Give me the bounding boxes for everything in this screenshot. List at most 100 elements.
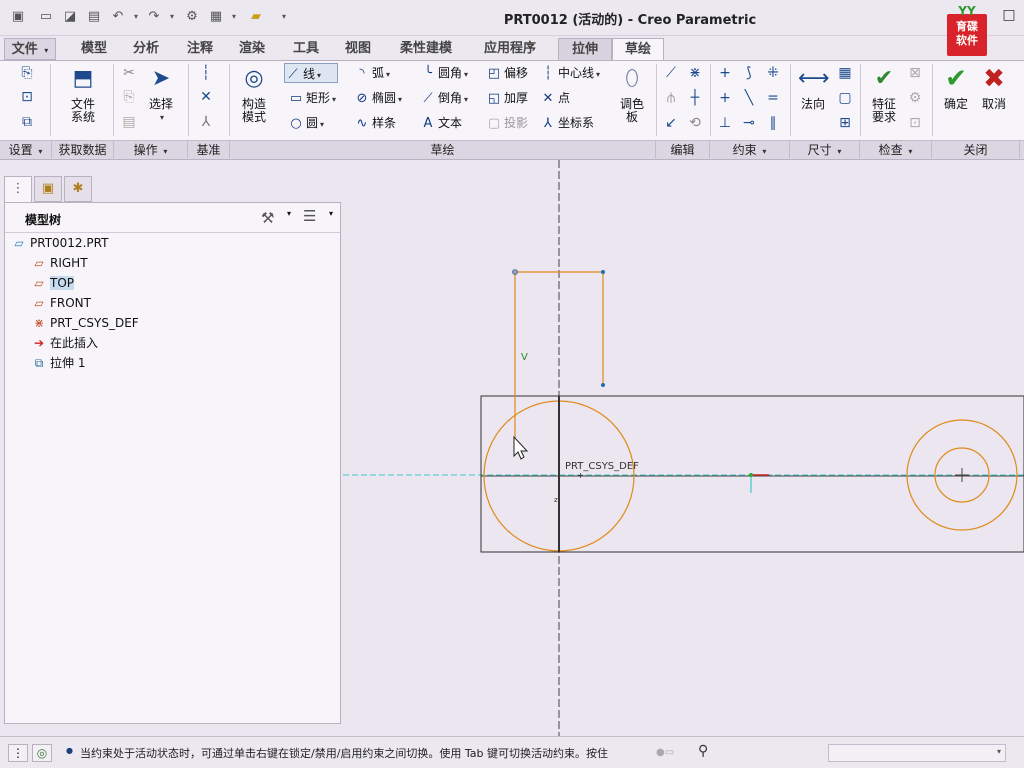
select-button[interactable]: ➤ 选择 ▾ — [142, 64, 180, 124]
browser-toggle-icon[interactable]: ◎ — [32, 744, 52, 762]
find-icon[interactable]: ⚲ — [698, 743, 708, 759]
tree-columns-icon[interactable]: ☰ — [303, 207, 316, 225]
overlap-geometry-icon[interactable]: ⊠ — [906, 64, 924, 82]
tree-settings-icon[interactable]: ⚒ — [261, 209, 274, 227]
tree-item-part[interactable]: ▱ PRT0012.PRT — [11, 234, 108, 252]
normal-dimension-button[interactable]: ⟷ 法向 — [794, 64, 832, 111]
cancel-button[interactable]: ✖ 取消 — [976, 64, 1012, 111]
cut-icon[interactable]: ✂ — [120, 64, 138, 82]
tab-render[interactable]: 渲染 — [228, 38, 276, 60]
tree-item-csys[interactable]: ⋇ PRT_CSYS_DEF — [31, 314, 139, 332]
selection-filter-dropdown[interactable]: ▾ — [828, 744, 1006, 762]
feature-requirements-button[interactable]: ✔ 特征 要求 — [864, 64, 904, 124]
tree-item-top[interactable]: ▱ TOP — [31, 274, 75, 292]
perpendicular-constraint-icon[interactable]: ⊥ — [716, 114, 734, 132]
windows-dropdown-icon[interactable]: ▾ — [226, 9, 242, 25]
group-dimension[interactable]: 尺寸 ▾ — [790, 141, 860, 160]
reference-dim-icon[interactable]: ▢ — [836, 89, 854, 107]
circle-tool[interactable]: ○ 圆 ▾ — [288, 113, 324, 133]
group-inspect[interactable]: 检查 ▾ — [860, 141, 932, 160]
csys-tool[interactable]: ⅄ 坐标系 — [540, 113, 594, 133]
shade-closed-loops-icon[interactable]: ⊡ — [906, 114, 924, 132]
tangent-constraint-icon[interactable]: ⟆ — [740, 64, 758, 82]
tree-item-right[interactable]: ▱ RIGHT — [31, 254, 87, 272]
equal-constraint-icon[interactable]: = — [764, 89, 782, 107]
regenerate-icon[interactable]: ⚙ — [184, 9, 200, 25]
file-system-button[interactable]: ⬒ 文件 系统 — [58, 64, 108, 124]
undo-dropdown-icon[interactable]: ▾ — [128, 9, 144, 25]
sketch-start-vertex[interactable] — [512, 269, 518, 275]
corner-icon[interactable]: ┼ — [686, 89, 704, 107]
midpoint-constraint-icon[interactable]: ╲ — [740, 89, 758, 107]
ellipse-tool[interactable]: ⊘ 椭圆 ▾ — [354, 88, 402, 108]
sketch-vertex[interactable] — [601, 270, 605, 274]
tab-model[interactable]: 模型 — [66, 38, 122, 60]
tab-analysis[interactable]: 分析 — [122, 38, 170, 60]
tab-sketch[interactable]: 草绘 — [612, 38, 664, 62]
maximize-button[interactable]: □ — [1000, 6, 1018, 24]
sketch-vertex[interactable] — [601, 383, 605, 387]
rectangle-tool[interactable]: ▭ 矩形 ▾ — [288, 88, 336, 108]
datum-point-icon[interactable]: ✕ — [197, 88, 215, 106]
favorites-tab[interactable]: ✱ — [64, 176, 92, 202]
fillet-tool[interactable]: ╰ 圆角 ▾ — [420, 63, 468, 83]
windows-icon[interactable]: ▦ — [208, 9, 224, 25]
modify-icon[interactable]: ⟋ — [662, 64, 680, 82]
tree-item-front[interactable]: ▱ FRONT — [31, 294, 91, 312]
tab-annotate[interactable]: 注释 — [176, 38, 224, 60]
point-tool[interactable]: ✕ 点 — [540, 88, 570, 108]
open-file-icon[interactable]: ◪ — [62, 9, 78, 25]
divide-icon[interactable]: ⋇ — [686, 64, 704, 82]
mirror-icon[interactable]: ⫛ — [662, 89, 680, 107]
chamfer-tool[interactable]: ⟋ 倒角 ▾ — [420, 88, 468, 108]
close-window-icon[interactable]: ▰ — [248, 9, 264, 25]
save-icon[interactable]: ▤ — [86, 9, 102, 25]
coincident-constraint-icon[interactable]: ⊸ — [740, 114, 758, 132]
tree-columns-dropdown-icon[interactable]: ▾ — [329, 209, 333, 218]
navigator-toggle-icon[interactable]: ⋮ — [8, 744, 28, 762]
arc-tool[interactable]: ◝ 弧 ▾ — [354, 63, 390, 83]
parallel-constraint-icon[interactable]: ∥ — [764, 114, 782, 132]
datum-csys-icon[interactable]: ⅄ — [197, 113, 215, 131]
new-file-icon[interactable]: ▭ — [38, 9, 54, 25]
baseline-icon[interactable]: ⊞ — [836, 114, 854, 132]
tab-extrude[interactable]: 拉伸 — [558, 38, 612, 60]
sketch-view-icon[interactable]: ⧉ — [18, 113, 36, 131]
folder-browser-tab[interactable]: ▣ — [34, 176, 62, 202]
spline-tool[interactable]: ∿ 样条 — [354, 113, 396, 133]
redo-dropdown-icon[interactable]: ▾ — [164, 9, 180, 25]
group-constraints[interactable]: 约束 ▾ — [710, 141, 790, 160]
group-settings[interactable]: 设置 ▾ — [0, 141, 52, 160]
delete-segment-icon[interactable]: ↙ — [662, 114, 680, 132]
offset-tool[interactable]: ◰ 偏移 — [486, 63, 528, 83]
tab-flexible-modeling[interactable]: 柔性建模 — [388, 38, 464, 60]
tab-view[interactable]: 视图 — [334, 38, 382, 60]
tab-file[interactable]: 文件 ▾ — [4, 38, 56, 60]
rotate-resize-icon[interactable]: ⟲ — [686, 114, 704, 132]
line-tool[interactable]: ⟋ 线 ▾ — [284, 63, 338, 83]
highlight-open-ends-icon[interactable]: ⚙ — [906, 89, 924, 107]
text-tool[interactable]: A 文本 — [420, 113, 462, 133]
horizontal-constraint-icon[interactable]: + — [716, 89, 734, 107]
tree-settings-dropdown-icon[interactable]: ▾ — [287, 209, 291, 218]
perimeter-icon[interactable]: ▦ — [836, 64, 854, 82]
paste-icon[interactable]: ▤ — [120, 113, 138, 131]
tab-tools[interactable]: 工具 — [282, 38, 330, 60]
undo-icon[interactable]: ↶ — [110, 9, 126, 25]
vertical-constraint-icon[interactable]: + — [716, 64, 734, 82]
sketch-setup-icon[interactable]: ⎘ — [18, 64, 36, 82]
symmetric-constraint-icon[interactable]: ⁜ — [764, 64, 782, 82]
reference-icon[interactable]: ⊡ — [18, 88, 36, 106]
ok-button[interactable]: ✔ 确定 — [938, 64, 974, 111]
construction-mode-button[interactable]: ◎ 构造 模式 — [234, 64, 274, 124]
sketch-canvas[interactable]: V PRT_CSYS_DEF + z — [343, 160, 1024, 736]
redo-icon[interactable]: ↷ — [146, 9, 162, 25]
tab-applications[interactable]: 应用程序 — [472, 38, 548, 60]
datum-centerline-icon[interactable]: ┆ — [197, 64, 215, 82]
model-tree-tab[interactable]: ⋮ — [4, 176, 32, 202]
group-operations[interactable]: 操作 ▾ — [114, 141, 188, 160]
palette-button[interactable]: ⬯ 调色 板 — [614, 64, 650, 124]
copy-icon[interactable]: ⎘ — [120, 88, 138, 106]
tree-item-insert-here[interactable]: ➔ 在此插入 — [31, 334, 98, 352]
tree-item-extrude[interactable]: ⧉ 拉伸 1 — [31, 354, 86, 372]
